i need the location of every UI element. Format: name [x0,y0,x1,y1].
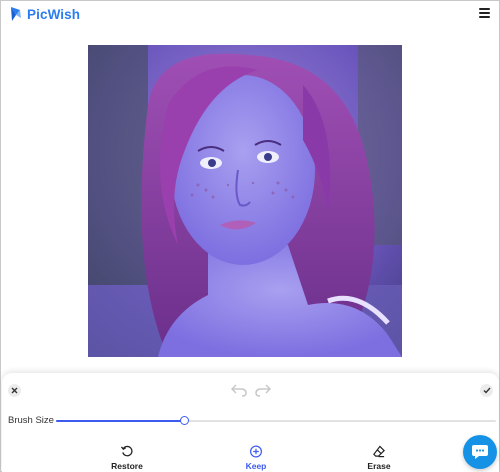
picwish-logo-icon [11,7,21,21]
slider-thumb[interactable] [180,416,189,425]
confirm-button[interactable] [480,384,493,397]
portrait-image [88,45,402,357]
eraser-icon [373,445,385,458]
restore-label: Restore [111,461,143,471]
restore-icon [120,445,133,457]
brush-size-label: Brush Size [8,415,54,426]
picwish-logo[interactable]: PicWish [9,5,80,23]
restore-tool-button[interactable]: Restore [97,445,157,471]
brush-size-slider[interactable] [56,416,496,426]
logo-text: PicWish [27,6,81,22]
undo-icon[interactable] [231,383,247,397]
close-icon [11,387,18,394]
redo-icon[interactable] [255,383,271,397]
plus-circle-icon [250,445,262,458]
hamburger-menu-icon[interactable] [479,8,490,18]
image-canvas[interactable] [88,45,402,357]
chat-bubble-icon [472,445,488,459]
close-button[interactable] [8,384,21,397]
chat-support-button[interactable] [463,435,497,469]
erase-label: Erase [367,461,391,471]
slider-fill [56,420,184,422]
keep-tool-button[interactable]: Keep [226,445,286,471]
brush-tool-panel: Brush Size Restore Keep Erase [2,373,499,472]
erase-tool-button[interactable]: Erase [349,445,409,471]
keep-label: Keep [245,461,267,471]
top-bar: PicWish [1,1,499,27]
checkmark-icon [483,387,491,394]
